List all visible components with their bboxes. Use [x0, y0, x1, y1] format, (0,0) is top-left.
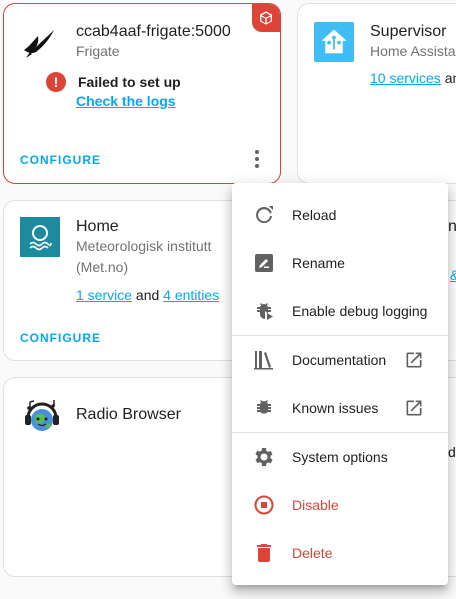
menu-item-rename[interactable]: Rename [232, 239, 448, 287]
configure-button[interactable]: CONFIGURE [20, 331, 101, 345]
frigate-logo [22, 26, 56, 60]
menu-item-disable[interactable]: Disable [232, 481, 448, 529]
integration-card-frigate: ccab4aaf-frigate:5000 Frigate ! Failed t… [3, 3, 281, 184]
card-subtitle: Frigate [76, 43, 120, 59]
bug-play-icon [252, 299, 276, 323]
and-text: and [444, 70, 456, 86]
open-in-new-icon [406, 400, 422, 416]
menu-item-known-issues[interactable]: Known issues [232, 384, 448, 432]
check-logs-link[interactable]: Check the logs [76, 93, 176, 109]
home-assistant-icon [321, 29, 347, 54]
integration-card-supervisor: Supervisor Home Assista 10 services and [297, 3, 456, 184]
menu-item-label: System options [292, 449, 388, 465]
radio-browser-logo [22, 396, 62, 436]
card-subtitle-line2: (Met.no) [76, 259, 129, 275]
menu-item-delete[interactable]: Delete [232, 529, 448, 577]
custom-integration-badge [252, 4, 280, 32]
met-weather-icon [29, 225, 52, 251]
entities-link[interactable]: 4 entities [163, 287, 219, 303]
menu-item-label: Enable debug logging [292, 303, 428, 319]
error-text: Failed to set up [78, 74, 181, 90]
card-title: ccab4aaf-frigate:5000 [76, 23, 231, 40]
menu-item-label: Documentation [292, 352, 387, 368]
menu-item-label: Reload [292, 207, 337, 223]
service-link[interactable]: 1 service [76, 287, 132, 303]
book-icon [252, 348, 276, 372]
card-title-fragment: n [448, 218, 456, 236]
menu-item-label: Rename [292, 255, 345, 271]
menu-item-reload[interactable]: Reload [232, 191, 448, 239]
card-subtitle: Meteorologisk institutt [76, 238, 212, 254]
card-title: Radio Browser [76, 406, 181, 423]
menu-item-system-options[interactable]: System options [232, 433, 448, 481]
home-assistant-logo [314, 22, 354, 62]
text-fragment: d [448, 444, 456, 460]
alert-icon: ! [46, 72, 66, 92]
rename-icon [252, 251, 276, 275]
card-title: Home [76, 218, 119, 235]
menu-item-documentation[interactable]: Documentation [232, 336, 448, 384]
trash-icon [252, 541, 276, 565]
met-logo [20, 217, 60, 257]
menu-item-label: Delete [292, 545, 333, 561]
link-fragment[interactable]: & [450, 267, 456, 283]
card-title: Supervisor [370, 23, 447, 40]
reload-icon [252, 203, 276, 227]
package-icon [260, 11, 272, 25]
bug-icon [252, 396, 276, 420]
gear-icon [252, 445, 276, 469]
integration-overflow-menu: Reload Rename Enable debug logging Docum… [232, 183, 448, 585]
frigate-bird-icon [24, 30, 54, 58]
services-row: 10 services and [370, 70, 456, 86]
menu-item-label: Known issues [292, 400, 379, 416]
overflow-menu-button[interactable] [245, 147, 269, 171]
menu-item-enable-debug-logging[interactable]: Enable debug logging [232, 287, 448, 335]
open-in-new-icon [406, 352, 422, 368]
stop-circle-icon [252, 493, 276, 517]
services-link[interactable]: 10 services [370, 70, 441, 86]
error-row: ! Failed to set up [46, 72, 181, 92]
and-text: and [135, 287, 160, 303]
menu-item-label: Disable [292, 497, 339, 513]
services-row: 1 service and 4 entities [76, 287, 219, 303]
card-subtitle: Home Assista [370, 43, 456, 59]
radio-globe-icon [25, 400, 59, 431]
configure-button[interactable]: CONFIGURE [20, 153, 101, 167]
